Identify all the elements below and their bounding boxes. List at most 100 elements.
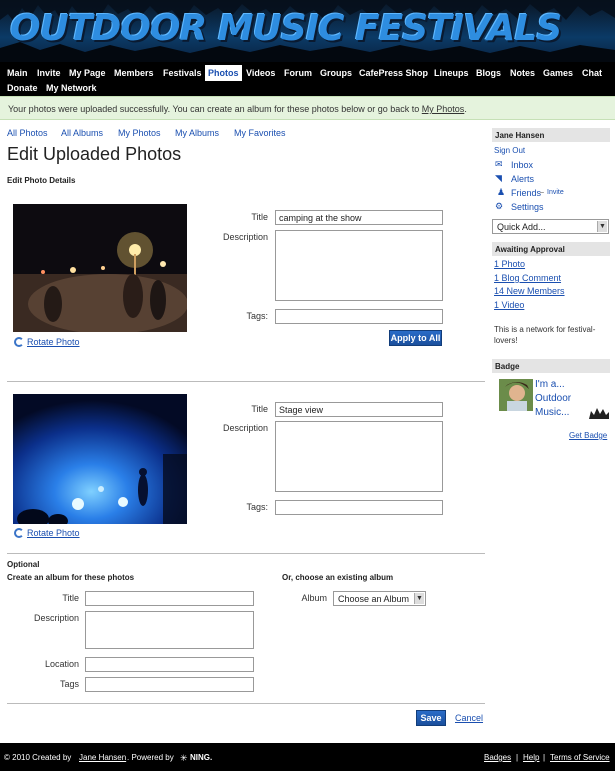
nav-item-chat[interactable]: Chat — [582, 65, 602, 81]
nav-item-lineups[interactable]: Lineups — [434, 65, 469, 81]
nav-item-donate[interactable]: Donate — [7, 80, 38, 96]
rotate-photo-2-label: Rotate Photo — [27, 528, 80, 538]
network-badge[interactable]: I'm a... Outdoor Music... — [495, 377, 610, 421]
badge-heading: Badge — [492, 359, 610, 373]
nav-item-blogs[interactable]: Blogs — [476, 65, 501, 81]
nav-item-my-page[interactable]: My Page — [69, 65, 106, 81]
photo-1-thumbnail[interactable] — [13, 204, 187, 332]
footer-help-link[interactable]: Help — [523, 753, 539, 762]
footer-copyright: © 2010 Created by — [4, 753, 72, 762]
badge-text-line-3: Music... — [535, 407, 570, 418]
album-tags-input[interactable] — [85, 677, 254, 692]
subnav-all-albums[interactable]: All Albums — [61, 128, 103, 138]
save-button[interactable]: Save — [416, 710, 446, 726]
album-description-input[interactable] — [85, 611, 254, 649]
subnav-my-albums[interactable]: My Albums — [175, 128, 219, 138]
photo-1-title-label: Title — [251, 212, 268, 222]
quick-add-value: Quick Add... — [497, 222, 546, 232]
badge-text-line-1: I'm a... — [535, 379, 565, 390]
invite-link[interactable]: Invite — [547, 189, 564, 196]
ning-link[interactable]: NING. — [190, 753, 212, 762]
nav-item-forum[interactable]: Forum — [284, 65, 312, 81]
album-location-input[interactable] — [85, 657, 254, 672]
album-tags-label: Tags — [59, 679, 79, 689]
nav-item-festivals[interactable]: Festivals — [163, 65, 202, 81]
ning-logo-icon: ✳ — [180, 753, 188, 763]
photo-1-title-input[interactable]: camping at the show — [275, 210, 443, 225]
photo-1-tags-label: Tags: — [246, 311, 268, 321]
inbox-link[interactable]: Inbox — [511, 160, 533, 170]
album-divider — [7, 553, 485, 554]
edit-photo-details-heading: Edit Photo Details — [7, 176, 76, 185]
badge-text-line-2: Outdoor — [535, 393, 572, 404]
page-title: Edit Uploaded Photos — [7, 144, 182, 164]
friends-icon: ♟ — [497, 187, 506, 197]
sidebar-user-name: Jane Hansen — [492, 128, 610, 142]
nav-item-groups[interactable]: Groups — [320, 65, 352, 81]
photo-2-description-input[interactable] — [275, 421, 443, 492]
photo-1-description-input[interactable] — [275, 230, 443, 301]
choose-album-heading: Or, choose an existing album — [282, 573, 394, 582]
main-navigation: Main Invite My Page Members Festivals Ph… — [0, 62, 615, 96]
footer-powered-by: . Powered by — [127, 753, 174, 762]
photo-2-tags-label: Tags: — [246, 502, 268, 512]
nav-item-photos[interactable]: Photos — [205, 65, 242, 81]
nav-item-games[interactable]: Games — [543, 65, 573, 81]
awaiting-photo-link[interactable]: 1 Photo — [494, 259, 525, 269]
notice-end: . — [464, 104, 467, 114]
nav-item-invite[interactable]: Invite — [37, 65, 61, 81]
chevron-down-icon: ▼ — [597, 221, 607, 232]
existing-album-value: Choose an Album — [338, 594, 410, 604]
optional-heading: Optional — [7, 560, 40, 569]
get-badge-link[interactable]: Get Badge — [569, 431, 607, 440]
subnav-all-photos[interactable]: All Photos — [7, 128, 48, 138]
friends-link[interactable]: Friends — [511, 188, 541, 198]
alerts-icon: ◥ — [495, 173, 502, 183]
gear-icon: ⚙ — [495, 201, 504, 211]
create-album-heading: Create an album for these photos — [7, 573, 135, 582]
sign-out-link[interactable]: Sign Out — [494, 146, 525, 155]
success-notice: Your photos were uploaded successfully. … — [0, 96, 615, 120]
rotate-photo-2-button[interactable]: Rotate Photo — [14, 528, 80, 538]
photo-1-description-label: Description — [222, 232, 268, 242]
nav-item-my-network[interactable]: My Network — [46, 80, 97, 96]
existing-album-label: Album — [301, 593, 327, 603]
subnav-my-photos[interactable]: My Photos — [118, 128, 161, 138]
photo-2-title-input[interactable]: Stage view — [275, 402, 443, 417]
album-title-input[interactable] — [85, 591, 254, 606]
quick-add-select[interactable]: Quick Add... ▼ — [492, 219, 609, 234]
cancel-button[interactable]: Cancel — [455, 713, 483, 723]
rotate-icon — [14, 528, 24, 538]
nav-item-members[interactable]: Members — [114, 65, 154, 81]
rotate-photo-1-label: Rotate Photo — [27, 337, 80, 347]
rotate-photo-1-button[interactable]: Rotate Photo — [14, 337, 80, 347]
awaiting-video-link[interactable]: 1 Video — [494, 300, 524, 310]
existing-album-select[interactable]: Choose an Album ▼ — [333, 591, 426, 606]
badge-avatar — [499, 379, 533, 411]
photo-2-thumbnail[interactable] — [13, 394, 187, 524]
settings-link[interactable]: Settings — [511, 202, 544, 212]
photo-2-description-label: Description — [222, 423, 268, 433]
badge-crowd-graphic — [589, 408, 609, 419]
footer-separator-1: | — [516, 753, 519, 762]
photo-2-title-label: Title — [251, 404, 268, 414]
footer-badges-link[interactable]: Badges — [484, 753, 511, 762]
awaiting-approval-heading: Awaiting Approval — [492, 242, 610, 256]
alerts-link[interactable]: Alerts — [511, 174, 534, 184]
awaiting-new-members-link[interactable]: 14 New Members — [494, 286, 565, 296]
album-description-label: Description — [33, 613, 79, 623]
apply-to-all-button[interactable]: Apply to All — [389, 330, 442, 346]
footer-terms-link[interactable]: Terms of Service — [550, 753, 610, 762]
nav-item-main[interactable]: Main — [7, 65, 28, 81]
photo-1-tags-input[interactable] — [275, 309, 443, 324]
chevron-down-icon: ▼ — [414, 593, 424, 604]
nav-item-notes[interactable]: Notes — [510, 65, 535, 81]
photo-2-tags-input[interactable] — [275, 500, 443, 515]
nav-item-videos[interactable]: Videos — [246, 65, 275, 81]
footer-creator-link[interactable]: Jane Hansen — [79, 753, 126, 762]
subnav-my-favorites[interactable]: My Favorites — [234, 128, 286, 138]
site-title[interactable]: OUTDOOR MUSIC FESTIVALS — [10, 8, 562, 49]
nav-item-cafepress-shop[interactable]: CafePress Shop — [359, 65, 428, 81]
awaiting-blog-comment-link[interactable]: 1 Blog Comment — [494, 273, 561, 283]
notice-my-photos-link[interactable]: My Photos — [422, 104, 465, 114]
